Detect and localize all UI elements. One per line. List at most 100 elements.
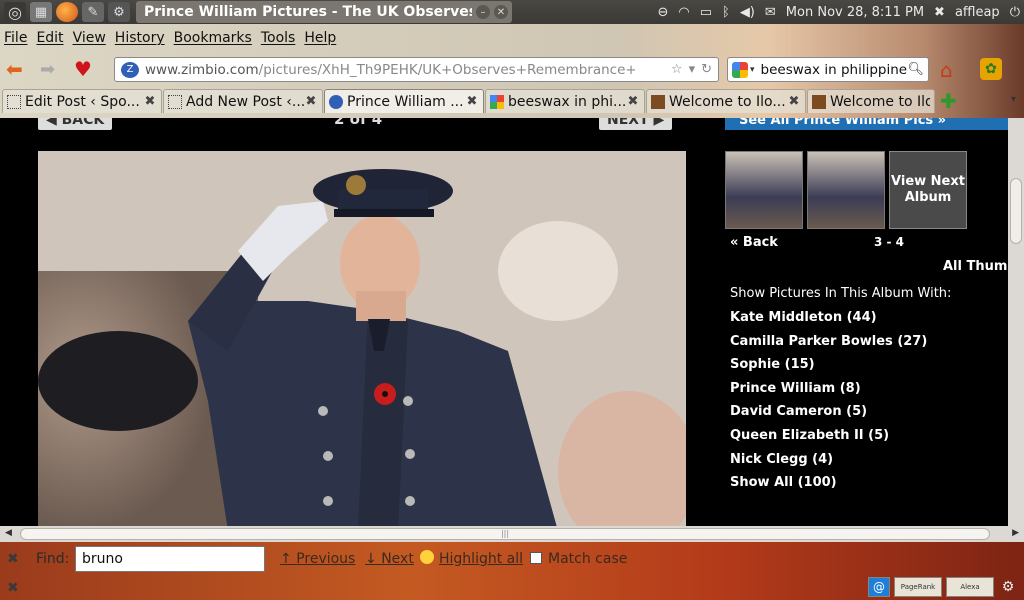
photo-illustration [38, 151, 686, 526]
scroll-left-icon[interactable]: ◀ [5, 528, 12, 538]
tab-add-new-post[interactable]: Add New Post ‹... ✖ [163, 89, 323, 113]
back-arrow-icon[interactable]: ⬅ [6, 57, 30, 81]
vertical-scroll-thumb[interactable] [1010, 178, 1022, 244]
active-window-title[interactable]: Prince William Pictures - The UK Observe… [136, 1, 512, 23]
people-link[interactable]: Prince William (8) [730, 381, 927, 405]
power-icon[interactable]: ⏻ [1010, 5, 1020, 20]
menu-tools[interactable]: Tools [261, 30, 296, 46]
back-triangle-icon: ◀ [46, 118, 62, 128]
people-link[interactable]: Sophie (15) [730, 357, 927, 381]
mail-icon[interactable]: ✉ [765, 5, 776, 20]
show-pictures-heading: Show Pictures In This Album With: [730, 286, 952, 301]
tab-welcome-ilo-1[interactable]: Welcome to Ilo... ✖ [646, 89, 806, 113]
google-favicon-icon [490, 94, 504, 109]
people-link[interactable]: Nick Clegg (4) [730, 452, 927, 476]
see-all-link[interactable]: See All Prince William Pics » [725, 118, 1010, 130]
find-bar: ✖ Find: ↑ Previous ↓ Next Highlight all … [0, 542, 1024, 600]
people-link[interactable]: David Cameron (5) [730, 404, 927, 428]
tab-close-icon[interactable]: ✖ [143, 94, 157, 109]
people-link[interactable]: Queen Elizabeth II (5) [730, 428, 927, 452]
search-box[interactable]: ▾ beeswax in philippines 🔍︎ [727, 57, 929, 82]
os-top-panel: ◎ ▦ ✎ ⚙ Prince William Pictures - The UK… [0, 0, 1024, 24]
url-text[interactable]: www.zimbio.com/pictures/XhH_Th9PEHK/UK+O… [145, 62, 635, 78]
addon-bar: @ PageRank Alexa ⚙ [868, 576, 1018, 598]
search-engine-dropdown-icon[interactable]: ▾ [750, 65, 755, 75]
alexa-widget[interactable]: Alexa [946, 577, 994, 597]
menu-history[interactable]: History [115, 30, 165, 46]
scroll-right-icon[interactable]: ▶ [1012, 528, 1019, 538]
highlight-all-button[interactable]: Highlight all [439, 551, 523, 567]
menu-edit[interactable]: Edit [36, 30, 63, 46]
username[interactable]: affleap [955, 5, 1000, 20]
match-case-label[interactable]: Match case [548, 551, 627, 567]
tab-list-icon[interactable]: ▾ [1011, 94, 1016, 105]
view-next-album-button[interactable]: View Next Album [889, 151, 967, 229]
tab-edit-post[interactable]: Edit Post ‹ Spo... ✖ [2, 89, 162, 113]
tab-beeswax[interactable]: beeswax in phi... ✖ [485, 89, 645, 113]
show-all-link[interactable]: Show All (100) [730, 475, 927, 499]
people-link[interactable]: Kate Middleton (44) [730, 310, 927, 334]
next-button[interactable]: NEXT ▶ [599, 118, 673, 130]
dropdown-icon[interactable]: ▾ [689, 62, 696, 77]
volume-icon[interactable]: ◀) [740, 5, 755, 20]
clock[interactable]: Mon Nov 28, 8:11 PM [786, 5, 924, 20]
close-find-icon[interactable]: ✖ [7, 551, 19, 567]
tab-prince-william[interactable]: Prince William ... ✖ [324, 89, 484, 113]
settings-icon[interactable]: ⚙ [108, 2, 130, 22]
main-photo[interactable] [38, 151, 686, 526]
thumbs-back-link[interactable]: « Back [730, 235, 778, 250]
vertical-scrollbar[interactable] [1008, 118, 1024, 526]
wifi-icon[interactable]: ◠ [678, 5, 689, 20]
find-previous-button[interactable]: ↑ Previous [280, 551, 355, 567]
addon-icon[interactable]: ✿ [980, 58, 1002, 80]
home-icon[interactable]: ⌂ [940, 58, 966, 82]
menu-bookmarks[interactable]: Bookmarks [174, 30, 252, 46]
star-icon[interactable]: ☆ [671, 62, 683, 77]
ilo-favicon-icon [812, 94, 826, 109]
page-content: ◀ BACK 2 of 4 NEXT ▶ See All Prince Will… [0, 118, 1024, 526]
menu-help[interactable]: Help [304, 30, 336, 46]
magnifier-icon[interactable]: 🔍︎ [907, 62, 924, 77]
gear-icon[interactable]: ⚙ [998, 577, 1018, 597]
all-thumbs-link[interactable]: All Thumb [943, 259, 1017, 274]
minimize-icon[interactable]: – [476, 5, 490, 19]
horizontal-scrollbar[interactable]: ◀ ||| ▶ [0, 526, 1024, 542]
network-icon[interactable]: ⊖ [657, 5, 668, 20]
google-icon[interactable] [732, 61, 748, 78]
text-editor-icon[interactable]: ✎ [82, 2, 104, 22]
reload-icon[interactable]: ↻ [701, 62, 712, 77]
url-bar[interactable]: Z www.zimbio.com/pictures/XhH_Th9PEHK/UK… [114, 57, 719, 82]
window-title: Prince William Pictures - The UK Observe… [144, 4, 472, 20]
tab-close-icon[interactable]: ✖ [626, 94, 640, 109]
back-button[interactable]: ◀ BACK [38, 118, 113, 130]
battery-icon[interactable]: ▭ [700, 5, 712, 20]
tab-close-icon[interactable]: ✖ [787, 94, 801, 109]
menu-file[interactable]: File [4, 30, 27, 46]
workspace-icon[interactable]: ▦ [30, 2, 52, 22]
menu-bar: File Edit View History Bookmarks Tools H… [0, 24, 1024, 52]
tab-close-icon[interactable]: ✖ [465, 94, 479, 109]
zimbio-favicon-icon [329, 94, 343, 109]
pager: 2 of 4 [334, 118, 383, 128]
close-icon[interactable]: ✕ [494, 5, 508, 19]
at-icon[interactable]: @ [868, 577, 890, 597]
ubuntu-logo-icon[interactable]: ◎ [4, 2, 26, 22]
tab-close-icon[interactable]: ✖ [304, 94, 318, 109]
find-input[interactable] [75, 546, 265, 572]
search-input[interactable]: beeswax in philippines [761, 62, 908, 78]
heart-icon[interactable]: ♥ [74, 57, 96, 81]
forward-arrow-icon[interactable]: ➡ [40, 58, 64, 80]
close-addon-bar-icon[interactable]: ✖ [7, 580, 19, 596]
find-next-button[interactable]: ↓ Next [365, 551, 414, 567]
horizontal-scroll-thumb[interactable]: ||| [20, 528, 990, 540]
bluetooth-icon[interactable]: ᛒ [722, 5, 730, 20]
tab-welcome-ilo-2[interactable]: Welcome to Ilo... [807, 89, 935, 113]
thumbnail[interactable] [725, 151, 803, 229]
thumbnail[interactable] [807, 151, 885, 229]
firefox-icon[interactable] [56, 2, 78, 22]
match-case-checkbox[interactable] [530, 552, 542, 564]
menu-view[interactable]: View [73, 30, 106, 46]
people-link[interactable]: Camilla Parker Bowles (27) [730, 334, 927, 358]
pagerank-widget[interactable]: PageRank [894, 577, 942, 597]
new-tab-icon[interactable]: ✚ [940, 89, 962, 113]
